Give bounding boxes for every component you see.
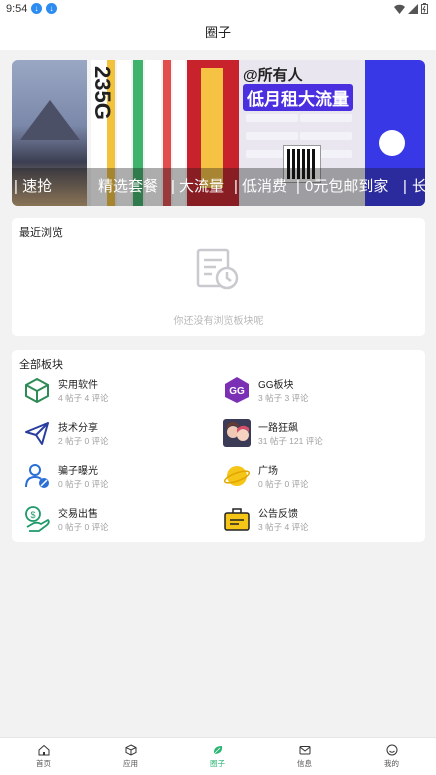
ticker-segment: 长	[412, 178, 425, 195]
ticker-divider: |	[296, 178, 300, 195]
ticker-divider: |	[234, 178, 238, 195]
briefcase-icon	[224, 508, 250, 531]
download-icon: ↓	[31, 3, 42, 14]
wifi-icon	[394, 4, 405, 14]
board-item[interactable]: 实用软件 4 帖子 4 评论	[23, 374, 213, 408]
board-name: 公告反馈	[258, 509, 298, 520]
board-name: 骗子曝光	[58, 466, 98, 477]
recent-browsing-card: 最近浏览 你还没有浏览板块呢	[12, 218, 425, 336]
empty-history-text: 你还没有浏览板块呢	[173, 316, 264, 327]
anime-avatar-icon	[223, 419, 251, 447]
gg-logo-icon: GG	[225, 377, 249, 403]
board-stats: 31 帖子 121 评论	[258, 436, 323, 446]
board-item[interactable]: 技术分享 2 帖子 0 评论	[23, 417, 213, 451]
bottom-tab-bar: 首页 应用 圈子 信息 我的	[0, 737, 436, 775]
status-time: 9:54	[6, 3, 28, 15]
tab-label: 圈子	[210, 759, 225, 768]
board-item[interactable]: 骗子曝光 0 帖子 0 评论	[23, 460, 213, 494]
tab-apps[interactable]: 应用	[87, 738, 174, 775]
promo-banner[interactable]: 235G @所有人 低月租大流量 | 速抢 精选套餐 | 大流量 | 低消费 |…	[12, 60, 425, 206]
board-stats: 2 帖子 0 评论	[58, 436, 109, 446]
board-item[interactable]: GG GG板块 3 帖子 3 评论	[223, 374, 413, 408]
page-title: 圈子	[0, 18, 436, 50]
board-name: 实用软件	[58, 380, 98, 391]
download-icon: ↓	[46, 3, 57, 14]
ticker-segment: 精选套餐	[98, 178, 159, 195]
poster-side-digits: 235G	[90, 66, 115, 120]
tab-home[interactable]: 首页	[0, 738, 87, 775]
status-bar: 9:54 ↓ ↓	[0, 0, 436, 18]
board-name: 一路狂飙	[258, 423, 298, 434]
board-stats: 4 帖子 4 评论	[58, 393, 109, 403]
board-item[interactable]: $ 交易出售 0 帖子 0 评论	[23, 503, 213, 537]
board-name: 交易出售	[58, 509, 98, 520]
recent-title: 最近浏览	[19, 227, 63, 239]
cube-box-icon	[25, 377, 49, 404]
paper-plane-icon	[25, 422, 49, 445]
empty-history-icon	[196, 248, 239, 290]
smile-icon	[386, 744, 397, 756]
ticker-segment: 0元包邮到家	[305, 178, 389, 195]
poster-headline-1: @所有人	[243, 67, 303, 84]
signal-icon	[408, 3, 418, 14]
apps-cube-icon	[125, 744, 136, 756]
board-name: GG板块	[258, 380, 294, 391]
board-item[interactable]: 一路狂飙 31 帖子 121 评论	[223, 417, 413, 451]
tab-label: 我的	[384, 759, 399, 768]
banner-ticker: | 速抢 精选套餐 | 大流量 | 低消费 | 0元包邮到家 | 长	[12, 168, 425, 206]
board-name: 技术分享	[58, 423, 98, 434]
tab-mine[interactable]: 我的	[348, 738, 435, 775]
mail-icon	[299, 746, 310, 755]
board-item[interactable]: 公告反馈 3 帖子 4 评论	[223, 503, 413, 537]
svg-text:$: $	[30, 510, 35, 520]
tab-label: 首页	[36, 759, 51, 768]
tab-label: 信息	[297, 759, 312, 768]
ticker-segment: 大流量	[179, 178, 225, 195]
tab-messages[interactable]: 信息	[261, 738, 348, 775]
money-hand-icon: $	[25, 506, 50, 532]
ticker-segment: | 速抢	[14, 178, 53, 195]
board-stats: 0 帖子 0 评论	[258, 479, 309, 489]
board-item[interactable]: 广场 0 帖子 0 评论	[223, 460, 413, 494]
board-name: 广场	[258, 466, 278, 477]
planet-icon	[223, 466, 251, 486]
home-icon	[38, 744, 49, 756]
leaf-icon	[213, 746, 222, 755]
ticker-segment: 低消费	[242, 178, 288, 195]
ticker-divider: |	[403, 178, 407, 195]
ticker-divider: |	[171, 178, 175, 195]
tab-circle[interactable]: 圈子	[174, 738, 261, 775]
poster-headline-2: 低月租大流量	[243, 84, 353, 111]
tab-label: 应用	[123, 759, 138, 768]
user-block-icon	[25, 464, 49, 488]
board-stats: 0 帖子 0 评论	[58, 522, 109, 532]
board-stats: 0 帖子 0 评论	[58, 479, 109, 489]
all-boards-card: 全部板块 实用软件 4 帖子 4 评论 GG GG板块 3 帖子 3 评论 技术…	[12, 350, 425, 542]
board-stats: 3 帖子 3 评论	[258, 393, 309, 403]
board-stats: 3 帖子 4 评论	[258, 522, 309, 532]
svg-text:GG: GG	[229, 386, 245, 397]
all-boards-title: 全部板块	[19, 359, 63, 371]
battery-icon	[421, 3, 428, 14]
